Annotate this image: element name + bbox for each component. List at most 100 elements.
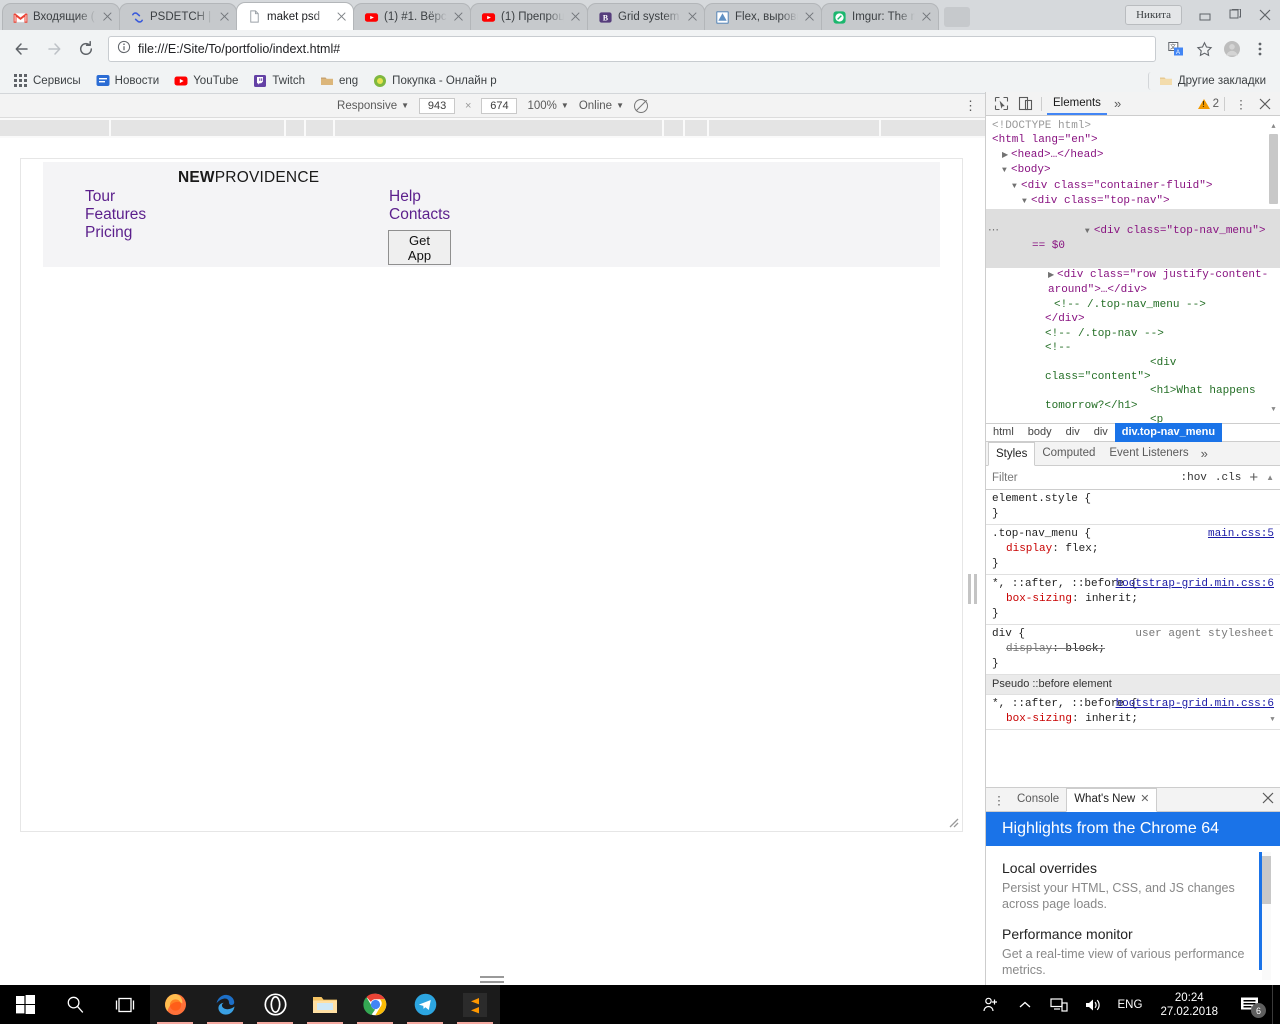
bookmark-folder-eng[interactable]: eng [314, 72, 364, 90]
css-source-link[interactable]: main.css:5 [1208, 527, 1274, 542]
css-declaration[interactable]: box-sizing: inherit; [992, 592, 1274, 607]
telegram-icon[interactable] [400, 985, 450, 1024]
translate-icon[interactable]: 文A [1164, 37, 1188, 61]
device-toolbar-icon[interactable] [1014, 94, 1036, 114]
close-icon[interactable] [686, 10, 700, 24]
browser-tab[interactable]: (1) Препроц [470, 3, 588, 30]
windows-start-icon[interactable] [0, 985, 50, 1024]
maximize-icon[interactable] [1220, 0, 1250, 30]
close-icon[interactable] [1255, 792, 1280, 807]
expand-arrow-icon[interactable]: ▶ [1002, 149, 1011, 163]
bookmark-item-youtube[interactable]: YouTube [168, 72, 244, 90]
css-rule[interactable]: element.style { } [986, 490, 1280, 525]
css-declaration[interactable]: display: block; [992, 642, 1274, 657]
bookmark-item-shop[interactable]: Покупка - Онлайн р [367, 72, 502, 90]
collapse-arrow-icon[interactable]: ▼ [1085, 225, 1094, 239]
css-rule[interactable]: user agent stylesheet div { display: blo… [986, 625, 1280, 675]
dom-line[interactable]: ▼<div class="container-fluid"> [992, 179, 1270, 194]
new-tab-button[interactable] [944, 7, 970, 27]
nav-link-contacts[interactable]: Contacts [389, 206, 450, 224]
dom-line[interactable]: ▶<head>…</head> [992, 148, 1270, 163]
chrome-icon[interactable] [350, 985, 400, 1024]
minimize-icon[interactable] [1190, 0, 1220, 30]
emulated-page-frame[interactable]: NEWPROVIDENCE Tour Features Pricing Help… [20, 158, 963, 832]
tab-event-listeners[interactable]: Event Listeners [1102, 442, 1195, 465]
close-icon[interactable] [335, 10, 349, 24]
profile-avatar-icon[interactable] [1220, 37, 1244, 61]
browser-tab[interactable]: B Grid system [587, 3, 705, 30]
chevron-double-right-icon[interactable]: » [1109, 96, 1126, 111]
css-declaration[interactable]: display: flex; [992, 542, 1274, 557]
viewport-drag-grip[interactable] [480, 976, 504, 985]
close-icon[interactable] [803, 10, 817, 24]
bookmark-item-apps[interactable]: Сервисы [8, 72, 87, 90]
styles-filter-input[interactable]: Filter [992, 472, 1173, 484]
more-vertical-icon[interactable]: ⋮ [964, 98, 977, 114]
dom-line[interactable]: ▶<div class="row justify-content-around"… [992, 268, 1270, 298]
whats-new-body[interactable]: Local overrides Persist your HTML, CSS, … [986, 846, 1280, 986]
show-hidden-icons-icon[interactable] [1008, 985, 1042, 1024]
close-icon[interactable] [218, 10, 232, 24]
css-rule[interactable]: bootstrap-grid.min.css:6 *, ::after, ::b… [986, 575, 1280, 625]
whats-new-scrollbar-thumb[interactable] [1262, 856, 1271, 904]
viewport-height-input[interactable]: 674 [481, 98, 517, 114]
new-style-rule-button[interactable]: + [1249, 473, 1258, 483]
language-indicator[interactable]: ENG [1110, 999, 1151, 1011]
browser-tab[interactable]: Входящие (1 [2, 3, 120, 30]
warning-count-badge[interactable]: 2 [1198, 98, 1219, 110]
chrome-menu-icon[interactable] [1248, 37, 1272, 61]
collapse-arrow-icon[interactable]: ▼ [1002, 164, 1011, 178]
breadcrumb-item-selected[interactable]: div.top-nav_menu [1115, 423, 1222, 442]
other-bookmarks-folder[interactable]: Другие закладки [1148, 72, 1272, 90]
browser-tab[interactable]: Imgur: The m [821, 3, 939, 30]
close-icon[interactable] [101, 10, 115, 24]
address-bar[interactable]: file:///E:/Site/To/portfolio/indext.html… [108, 36, 1156, 62]
browser-tab[interactable]: PSDETCH | PS [119, 3, 237, 30]
network-icon[interactable] [1042, 985, 1076, 1024]
people-icon[interactable] [974, 985, 1008, 1024]
close-icon[interactable] [1254, 94, 1276, 114]
dom-tree-scrollbar-thumb[interactable] [1269, 134, 1278, 204]
close-icon[interactable] [452, 10, 466, 24]
device-select[interactable]: Responsive ▼ [337, 100, 409, 112]
back-arrow-icon[interactable] [8, 35, 36, 63]
volume-icon[interactable] [1076, 985, 1110, 1024]
search-icon[interactable] [50, 985, 100, 1024]
close-icon[interactable] [569, 10, 583, 24]
tab-styles[interactable]: Styles [988, 442, 1035, 466]
browser-tab[interactable]: (1) #1. Вёрстк [353, 3, 471, 30]
tab-whats-new[interactable]: What's New ✕ [1066, 788, 1157, 812]
dom-line[interactable]: ▼<div class="top-nav"> [992, 194, 1270, 209]
cls-toggle[interactable]: .cls [1215, 472, 1241, 484]
zoom-select[interactable]: 100% ▼ [527, 100, 568, 112]
close-icon[interactable] [1250, 0, 1280, 30]
tab-elements[interactable]: Elements [1047, 92, 1107, 115]
no-throttle-icon[interactable] [634, 99, 648, 113]
dom-tree[interactable]: <!DOCTYPE html> <html lang="en"> ▶<head>… [986, 116, 1280, 423]
collapse-arrow-icon[interactable]: ▼ [1022, 195, 1031, 209]
css-source-link[interactable]: bootstrap-grid.min.css:6 [1116, 697, 1274, 712]
sublime-text-icon[interactable] [450, 985, 500, 1024]
clock[interactable]: 20:24 27.02.2018 [1150, 991, 1228, 1019]
breadcrumb-item[interactable]: div [1087, 423, 1115, 442]
css-source-link[interactable]: bootstrap-grid.min.css:6 [1116, 577, 1274, 592]
viewport-resize-handle[interactable] [946, 815, 959, 828]
action-center-icon[interactable]: 6 [1228, 985, 1272, 1024]
more-vertical-icon[interactable]: ⋮ [1230, 94, 1252, 114]
more-vertical-icon[interactable]: ⋮ [988, 790, 1010, 810]
bookmark-item-news[interactable]: Новости [90, 72, 166, 90]
bookmark-star-icon[interactable] [1192, 37, 1216, 61]
vertical-splitter-handle[interactable] [968, 574, 977, 604]
hov-toggle[interactable]: :hov [1181, 472, 1207, 484]
css-declaration[interactable]: box-sizing: inherit; [992, 712, 1274, 727]
collapse-arrow-icon[interactable]: ▼ [1012, 180, 1021, 194]
css-rule[interactable]: main.css:5 .top-nav_menu { display: flex… [986, 525, 1280, 575]
forward-arrow-icon[interactable] [40, 35, 68, 63]
scroll-down-arrow-icon[interactable]: ▼ [1269, 403, 1278, 417]
inspect-element-icon[interactable] [990, 94, 1012, 114]
scroll-down-arrow-icon[interactable]: ▼ [1268, 713, 1277, 728]
bookmark-item-twitch[interactable]: Twitch [247, 72, 311, 90]
breadcrumb-item[interactable]: html [986, 423, 1021, 442]
nav-link-tour[interactable]: Tour [85, 188, 146, 206]
nav-link-features[interactable]: Features [85, 206, 146, 224]
